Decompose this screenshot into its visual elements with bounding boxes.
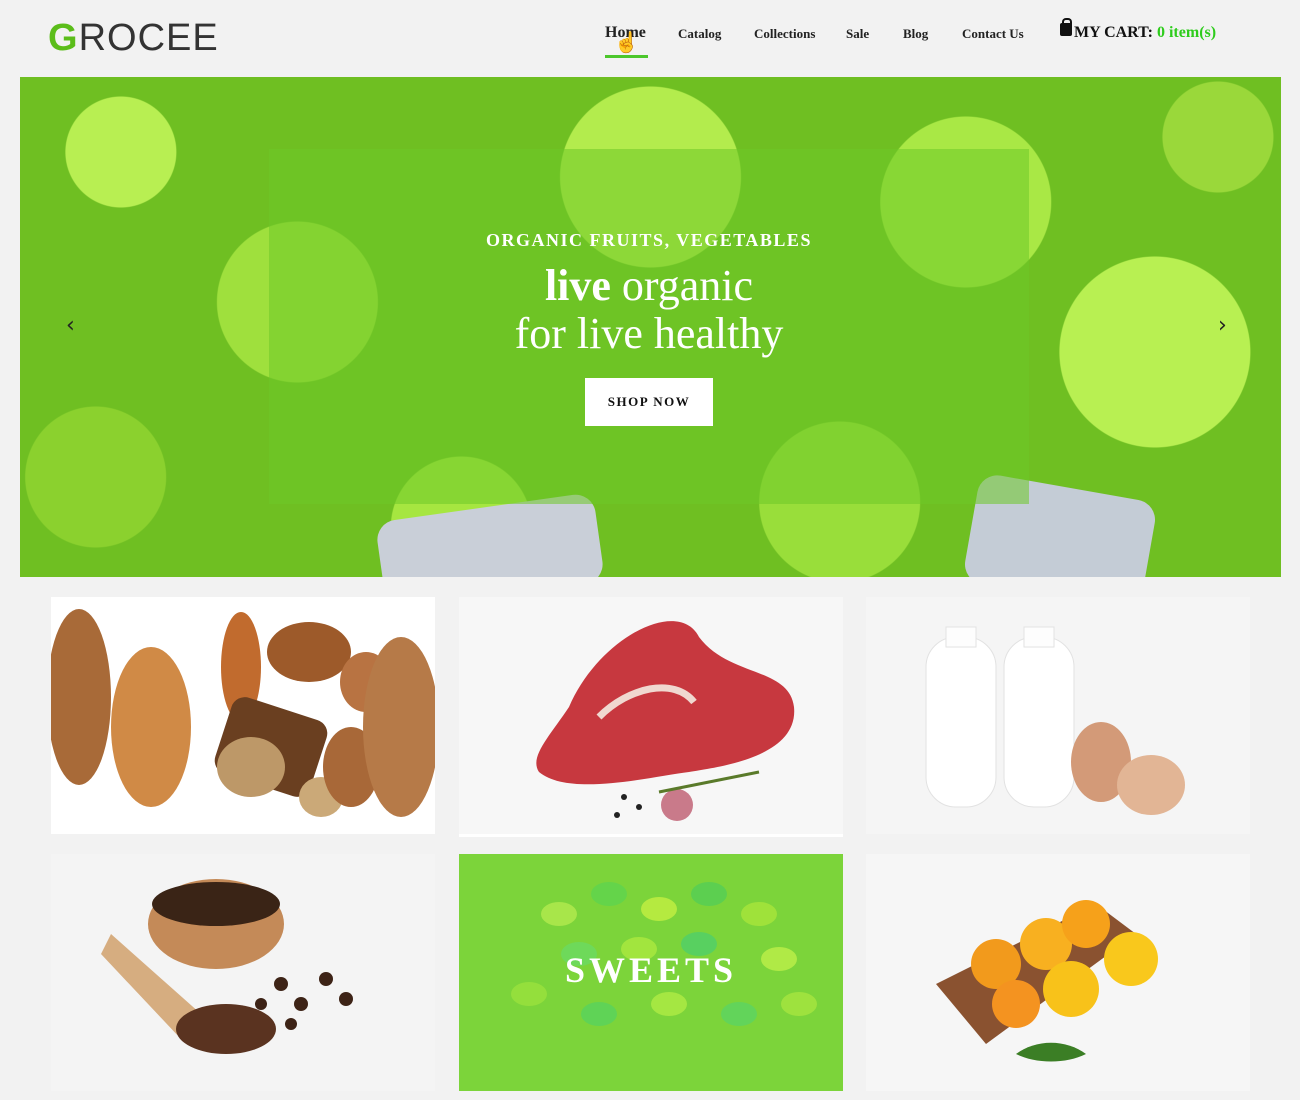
hero-image-sleeve [374,492,606,577]
citrus-fruits-image [936,900,1158,1062]
coffee-image [101,879,353,1054]
sweets-label: SWEETS [564,950,738,990]
hero-title-bold: live [544,261,611,310]
milk-eggs-image [925,626,1185,815]
hero-title-rest: organic [621,261,754,310]
cart-link[interactable]: MY CART: 0 item(s) [1060,18,1217,42]
chevron-right-icon[interactable]: › [1218,313,1227,338]
nav-active-indicator [605,55,648,58]
main-nav: Home Catalog Collections Sale Blog Conta… [0,18,1300,64]
nav-item-catalog[interactable]: Catalog [678,26,721,42]
nav-item-blog[interactable]: Blog [903,26,928,42]
category-tile-coffee[interactable] [51,854,435,1091]
category-tile-meat[interactable] [459,597,843,837]
hero-slider: ORGANIC FRUITS, VEGETABLES live organic … [20,77,1281,577]
chevron-left-icon[interactable]: ‹ [66,313,75,338]
cart-count: 0 item(s) [1156,24,1217,41]
cart-label: MY CART: [1074,24,1153,41]
category-tile-citrus-fruits[interactable] [866,854,1250,1091]
bread-image [51,609,435,817]
hero-title: live organic [269,261,1029,311]
hero-subtitle: for live healthy [514,309,784,358]
nav-item-contact-us[interactable]: Contact Us [962,26,1024,42]
nav-item-sale[interactable]: Sale [846,26,869,42]
category-tile-milk-eggs[interactable] [866,597,1250,834]
nav-item-collections[interactable]: Collections [754,26,815,42]
hero-kicker: ORGANIC FRUITS, VEGETABLES [486,230,812,250]
meat-image [536,621,795,821]
shop-now-button[interactable]: SHOP NOW [585,378,713,426]
shopping-bag-icon [1060,18,1072,36]
category-tile-sweets[interactable]: SWEETS [459,854,843,1091]
hand-pointer-cursor-icon: ☝ [614,32,639,54]
category-tile-bread[interactable] [51,597,435,834]
